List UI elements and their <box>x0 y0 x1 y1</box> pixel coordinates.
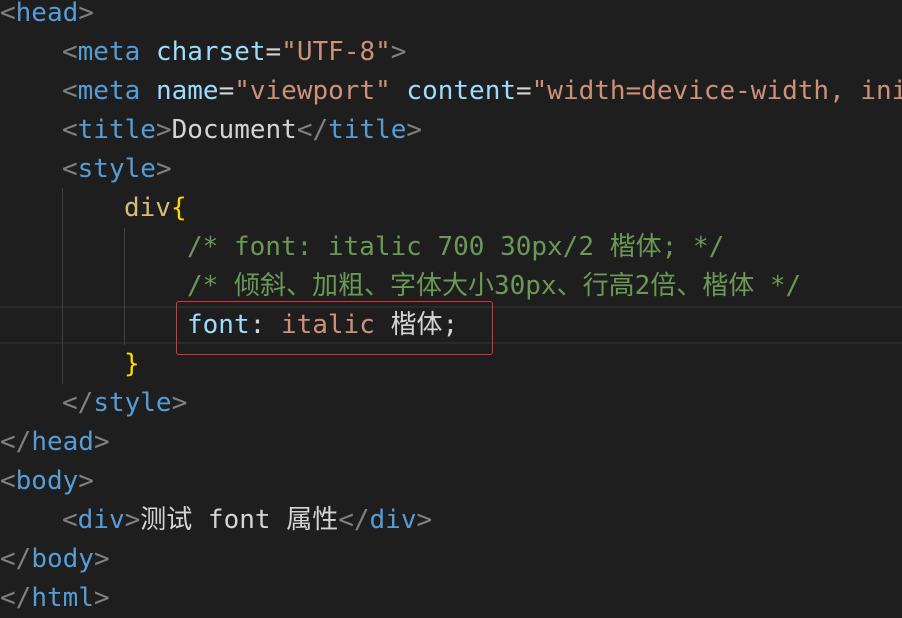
bracket: > <box>406 115 423 145</box>
bracket: </ <box>0 544 32 574</box>
bracket: > <box>390 37 407 67</box>
bracket: > <box>124 505 141 535</box>
attribute-value: "UTF-8" <box>281 37 391 67</box>
code-line-comment-1[interactable]: /* font: italic 700 30px/2 楷体; */ <box>187 228 724 267</box>
indent-guide <box>124 228 125 345</box>
bracket: > <box>416 505 433 535</box>
tag-name: html <box>31 583 94 613</box>
tag-name: title <box>328 115 407 145</box>
code-line-meta-viewport[interactable]: <meta name="viewport" content="width=dev… <box>62 72 902 111</box>
css-comment: /* font: italic 700 30px/2 楷体; */ <box>187 232 725 262</box>
bracket: </ <box>0 427 32 457</box>
bracket: > <box>155 154 172 184</box>
bracket: < <box>62 37 78 67</box>
bracket: </ <box>338 505 370 535</box>
tag-name: style <box>93 388 172 418</box>
code-line-brace-close[interactable]: } <box>124 345 140 384</box>
bracket: > <box>93 544 110 574</box>
brace-close: } <box>124 349 140 379</box>
tag-name: div <box>77 505 125 535</box>
tag-name: head <box>31 427 94 457</box>
code-line-html-close[interactable]: </html> <box>0 579 110 618</box>
tag-name: body <box>31 544 94 574</box>
tag-name: head <box>15 0 79 28</box>
tag-name: div <box>369 505 417 535</box>
attribute-value: "viewport" <box>234 76 391 106</box>
attribute-name: charset <box>155 37 266 67</box>
bracket: < <box>62 154 78 184</box>
code-line-head-close[interactable]: </head> <box>0 423 110 462</box>
tag-name: style <box>77 154 156 184</box>
bracket: </ <box>0 583 32 613</box>
bracket: < <box>62 76 78 106</box>
bracket: < <box>62 115 78 145</box>
brace-open: { <box>170 193 187 223</box>
attribute-value: "width=device-width, ini <box>531 76 902 106</box>
annotation-highlight-box <box>176 301 493 355</box>
bracket: > <box>78 466 94 496</box>
code-line-head-open[interactable]: <head> <box>0 0 94 33</box>
code-editor[interactable]: <head> <meta charset="UTF-8"> <meta name… <box>0 0 902 618</box>
code-line-style-open[interactable]: <style> <box>62 150 172 189</box>
css-comment: /* 倾斜、加粗、字体大小30px、行高2倍、楷体 */ <box>187 271 802 301</box>
tag-name: body <box>15 466 79 496</box>
title-text: Document <box>171 115 297 145</box>
tag-name: meta <box>77 37 141 67</box>
code-line-div[interactable]: <div>测试 font 属性</div> <box>62 501 432 540</box>
code-line-body-open[interactable]: <body> <box>0 462 94 501</box>
bracket: > <box>93 427 110 457</box>
tag-name: meta <box>77 76 141 106</box>
css-selector: div <box>124 193 171 223</box>
bracket: < <box>62 505 78 535</box>
attribute-name: content <box>406 76 516 106</box>
code-line-style-close[interactable]: </style> <box>62 384 187 423</box>
bracket: > <box>78 0 94 28</box>
code-line-meta-charset[interactable]: <meta charset="UTF-8"> <box>62 33 406 72</box>
indent-guide <box>62 188 63 384</box>
bracket: > <box>171 388 188 418</box>
bracket: > <box>155 115 172 145</box>
code-line-body-close[interactable]: </body> <box>0 540 110 579</box>
div-text: 测试 font 属性 <box>140 505 339 535</box>
code-line-title[interactable]: <title>Document</title> <box>62 111 422 150</box>
attribute-name: name <box>155 76 219 106</box>
bracket: </ <box>62 388 94 418</box>
bracket: </ <box>296 115 329 145</box>
code-line-selector[interactable]: div{ <box>124 189 187 228</box>
bracket: < <box>0 466 16 496</box>
tag-name: title <box>77 115 156 145</box>
bracket: > <box>93 583 110 613</box>
bracket: < <box>0 0 16 28</box>
